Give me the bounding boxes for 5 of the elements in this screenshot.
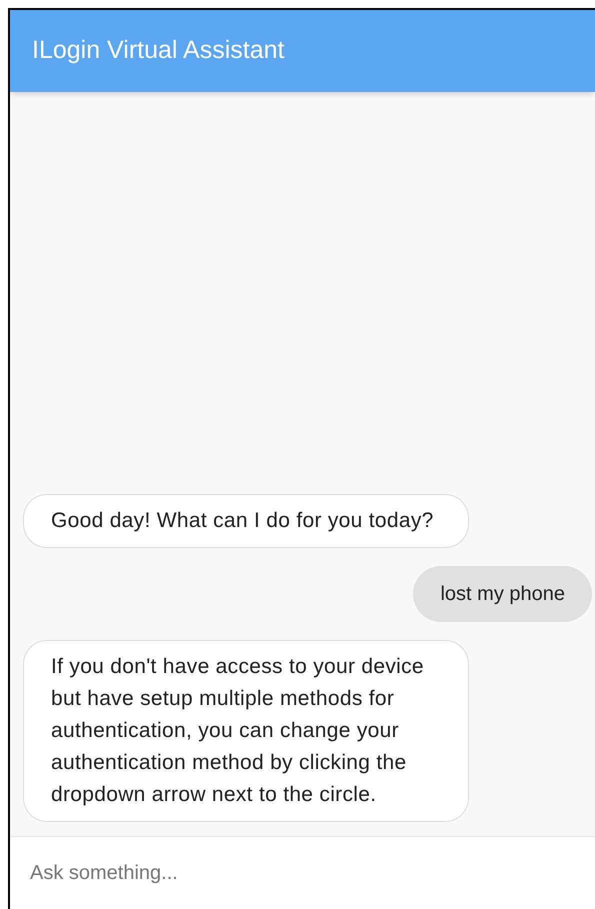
message-input[interactable]: Ask something... [10,836,595,909]
header-title: ILogin Virtual Assistant [32,35,284,66]
bot-message: Good day! What can I do for you today? [23,494,469,548]
bot-message: If you don't have access to your device but have setup multiple methods for authentication, you can change your authentication method by clicking the dropdown arrow next to the circle. [23,640,469,822]
user-message: lost my phone [413,566,592,622]
